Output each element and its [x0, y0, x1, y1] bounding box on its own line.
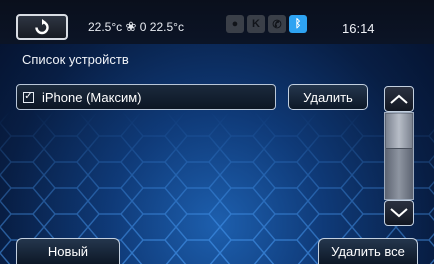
- device-list-item[interactable]: ✓ iPhone (Максим): [16, 84, 276, 110]
- fan-icon: ❀: [125, 19, 137, 34]
- bluetooth-icon: ᛒ: [289, 15, 307, 33]
- scrollbar-track[interactable]: [384, 112, 414, 200]
- scroll-up-button[interactable]: [384, 86, 414, 112]
- back-arrow-icon: [35, 19, 49, 35]
- passenger-temperature: 22.5: [149, 20, 174, 34]
- device-list-title: Список устройств: [22, 52, 129, 67]
- climate-display: 22.5°c ❀ 0 22.5°c: [88, 19, 184, 35]
- mute-icon: K: [247, 15, 265, 33]
- chevron-up-icon: [390, 94, 408, 104]
- driver-temperature: 22.5: [88, 20, 112, 34]
- phone-icon: ✆: [268, 15, 286, 33]
- clock: 16:14: [342, 21, 375, 36]
- new-device-button[interactable]: Новый: [16, 238, 120, 264]
- scrollbar-thumb[interactable]: [386, 114, 412, 149]
- delete-button[interactable]: Удалить: [288, 84, 368, 110]
- visibility-icon: ●: [226, 15, 244, 33]
- device-name: iPhone (Максим): [42, 89, 142, 105]
- back-button[interactable]: [16, 14, 68, 40]
- chevron-down-icon: [390, 208, 408, 218]
- top-status-bar: 22.5°c ❀ 0 22.5°c ● K ✆ ᛒ 16:14: [0, 0, 434, 44]
- status-icons: ● K ✆ ᛒ: [226, 15, 307, 33]
- fan-level: 0: [139, 20, 147, 34]
- checkbox-checked-icon[interactable]: ✓: [23, 91, 34, 103]
- driver-temperature-unit: °c: [111, 20, 123, 34]
- scroll-down-button[interactable]: [384, 200, 414, 226]
- passenger-temperature-unit: °c: [173, 20, 184, 34]
- delete-all-button[interactable]: Удалить все: [318, 238, 418, 264]
